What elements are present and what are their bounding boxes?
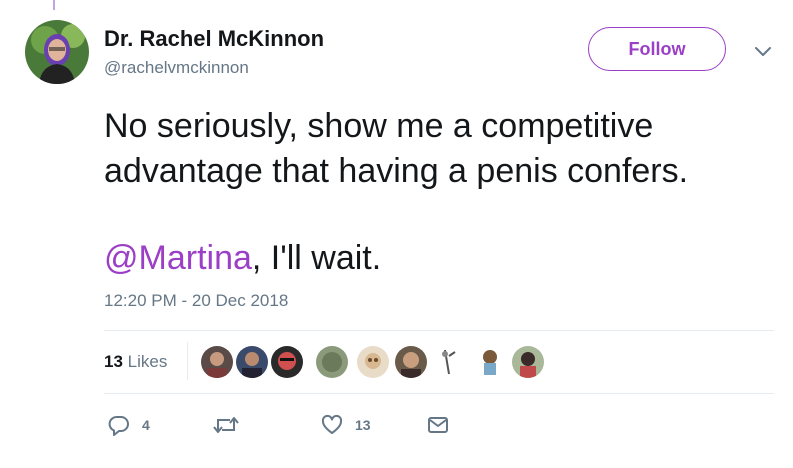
chevron-down-icon[interactable] (752, 40, 774, 62)
tweet-line-1: No seriously, show me a competitive (104, 107, 654, 145)
liker-avatar[interactable] (236, 346, 268, 378)
tweet-timestamp[interactable]: 12:20 PM - 20 Dec 2018 (104, 291, 288, 311)
likes-summary[interactable]: 13 Likes (104, 352, 167, 372)
liker-avatar[interactable] (512, 346, 544, 378)
liker-avatar[interactable] (433, 346, 465, 378)
liker-avatar[interactable] (316, 346, 348, 378)
likes-separator (187, 342, 188, 380)
tweet-line-2: advantage that having a penis confers. (104, 152, 689, 190)
tweet-line-3-rest: , I'll wait. (251, 239, 382, 277)
heart-icon (321, 414, 343, 436)
liker-avatar[interactable] (271, 346, 303, 378)
author-name[interactable]: Dr. Rachel McKinnon (104, 26, 324, 52)
author-handle[interactable]: @rachelvmckinnon (104, 58, 249, 78)
tweet-line-3: @Martina, I'll wait. (104, 236, 764, 281)
retweet-icon (213, 414, 239, 436)
like-count: 13 (355, 417, 371, 433)
liker-avatar[interactable] (357, 346, 389, 378)
liker-avatar[interactable] (395, 346, 427, 378)
tweet-text: No seriously, show me a competitive adva… (104, 104, 764, 281)
divider-bottom (104, 393, 774, 394)
message-action[interactable] (427, 414, 449, 436)
liker-avatar[interactable] (474, 346, 506, 378)
thread-line (53, 0, 55, 10)
likes-count: 13 (104, 352, 123, 371)
envelope-icon (427, 414, 449, 436)
reply-count: 4 (142, 417, 150, 433)
likes-label: Likes (127, 352, 168, 371)
liker-avatar[interactable] (201, 346, 233, 378)
reply-icon (108, 414, 130, 436)
reply-action[interactable]: 4 (108, 414, 150, 436)
author-avatar[interactable] (25, 20, 89, 84)
like-action[interactable]: 13 (321, 414, 371, 436)
follow-button[interactable]: Follow (588, 27, 726, 71)
divider-top (104, 330, 774, 331)
mention-link[interactable]: @Martina (104, 239, 252, 277)
retweet-action[interactable] (213, 414, 251, 436)
